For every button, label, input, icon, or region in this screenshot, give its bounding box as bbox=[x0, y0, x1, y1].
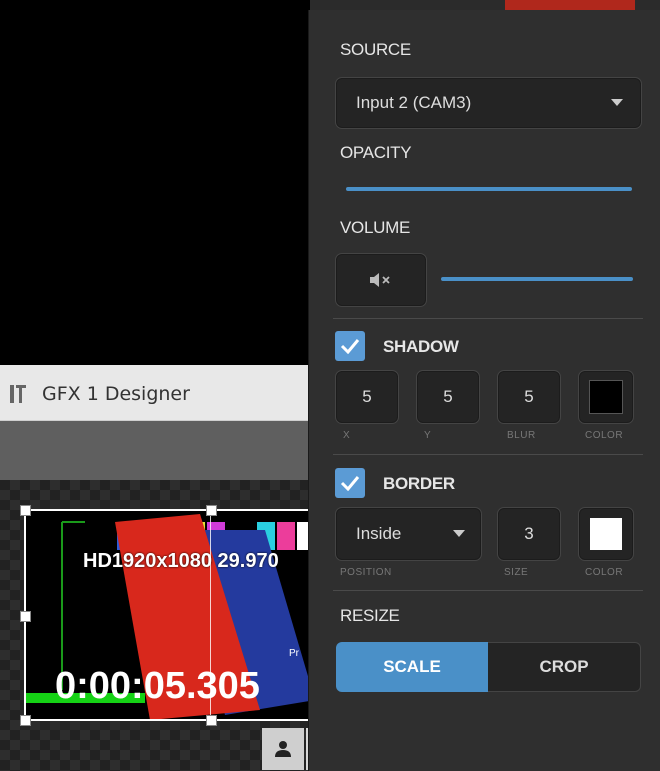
scale-button[interactable]: SCALE bbox=[336, 642, 488, 692]
resize-handle-bottom-left[interactable] bbox=[20, 715, 31, 726]
border-position-value: Inside bbox=[356, 524, 402, 543]
source-preview[interactable]: HD1920x1080 29.970 0:00:05.305 Pr bbox=[25, 510, 310, 720]
shadow-blur-caption: BLUR bbox=[507, 430, 536, 441]
gfx-designer-title: GFX 1 Designer bbox=[42, 383, 190, 405]
preview-timecode: 0:00:05.305 bbox=[55, 665, 260, 707]
person-button[interactable] bbox=[262, 728, 304, 770]
opacity-slider[interactable] bbox=[346, 187, 632, 191]
border-position-caption: POSITION bbox=[340, 567, 392, 578]
border-color-caption: COLOR bbox=[585, 567, 624, 578]
preview-corner-text: Pr bbox=[289, 648, 299, 659]
source-dropdown-value: Input 2 (CAM3) bbox=[356, 93, 472, 112]
checkmark-icon bbox=[340, 339, 360, 354]
preview-background bbox=[0, 0, 310, 365]
border-color-button[interactable] bbox=[578, 507, 634, 561]
volume-slider[interactable] bbox=[441, 277, 633, 281]
volume-label: VOLUME bbox=[340, 218, 410, 237]
shadow-y-field[interactable]: 5 bbox=[416, 370, 480, 424]
border-label: BORDER bbox=[383, 474, 455, 493]
border-position-dropdown[interactable]: Inside bbox=[335, 507, 482, 561]
shadow-x-caption: X bbox=[343, 430, 351, 441]
section-divider bbox=[333, 590, 643, 591]
resize-handle-top-left[interactable] bbox=[20, 505, 31, 516]
shadow-x-field[interactable]: 5 bbox=[335, 370, 399, 424]
shadow-color-button[interactable] bbox=[578, 370, 634, 424]
chevron-down-icon bbox=[611, 99, 623, 106]
border-size-caption: SIZE bbox=[504, 567, 529, 578]
selection-top-edge bbox=[25, 509, 310, 511]
shadow-y-caption: Y bbox=[424, 430, 432, 441]
preview-format-text: HD1920x1080 29.970 bbox=[83, 550, 279, 572]
speaker-mute-icon bbox=[370, 273, 390, 287]
section-divider bbox=[333, 318, 643, 319]
checkmark-icon bbox=[340, 476, 360, 491]
section-divider bbox=[333, 454, 643, 455]
shadow-blur-field[interactable]: 5 bbox=[497, 370, 561, 424]
shadow-color-caption: COLOR bbox=[585, 430, 624, 441]
opacity-label: OPACITY bbox=[340, 143, 412, 162]
top-edge-strip bbox=[505, 0, 635, 10]
resize-handle-bottom-mid[interactable] bbox=[206, 715, 217, 726]
mute-button[interactable] bbox=[335, 253, 427, 307]
border-checkbox[interactable] bbox=[335, 468, 365, 498]
shadow-checkbox[interactable] bbox=[335, 331, 365, 361]
gfx-designer-titlebar[interactable]: GFX 1 Designer bbox=[0, 365, 310, 421]
resize-handle-mid-left[interactable] bbox=[20, 611, 31, 622]
source-dropdown[interactable]: Input 2 (CAM3) bbox=[335, 77, 642, 129]
shadow-label: SHADOW bbox=[383, 337, 459, 356]
resize-label: RESIZE bbox=[340, 606, 400, 625]
border-color-swatch bbox=[590, 518, 622, 550]
resize-handle-top-mid[interactable] bbox=[206, 505, 217, 516]
shadow-color-swatch bbox=[589, 380, 623, 414]
chevron-down-icon bbox=[453, 530, 465, 537]
person-icon bbox=[275, 741, 291, 757]
border-size-field[interactable]: 3 bbox=[497, 507, 561, 561]
crop-button[interactable]: CROP bbox=[488, 642, 641, 692]
selection-center-guide bbox=[210, 510, 211, 720]
selection-bottom-edge bbox=[25, 719, 310, 721]
source-label: SOURCE bbox=[340, 40, 411, 59]
gfx-designer-icon bbox=[10, 385, 26, 403]
